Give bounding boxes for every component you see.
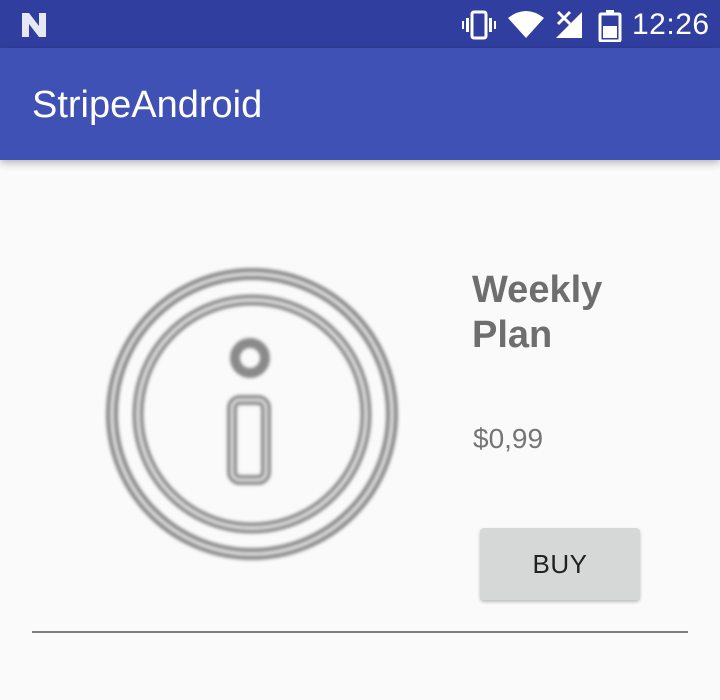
product-list: Weekly Plan $0,99 BUY <box>0 160 720 700</box>
plan-name: Weekly Plan <box>472 269 603 356</box>
app-bar: StripeAndroid <box>0 48 720 160</box>
battery-saver-icon <box>598 10 622 42</box>
app-title: StripeAndroid <box>32 84 263 126</box>
signal-no-sim-icon <box>556 10 582 38</box>
divider <box>32 631 688 633</box>
buy-button[interactable]: BUY <box>480 528 640 600</box>
info-circle-icon <box>106 268 398 560</box>
status-bar: 12:26 <box>0 0 720 48</box>
wifi-icon <box>508 11 544 38</box>
android-n-notification-icon <box>22 13 46 37</box>
vibrate-icon <box>462 10 496 40</box>
plan-price: $0,99 <box>473 423 544 454</box>
status-clock: 12:26 <box>632 8 710 41</box>
